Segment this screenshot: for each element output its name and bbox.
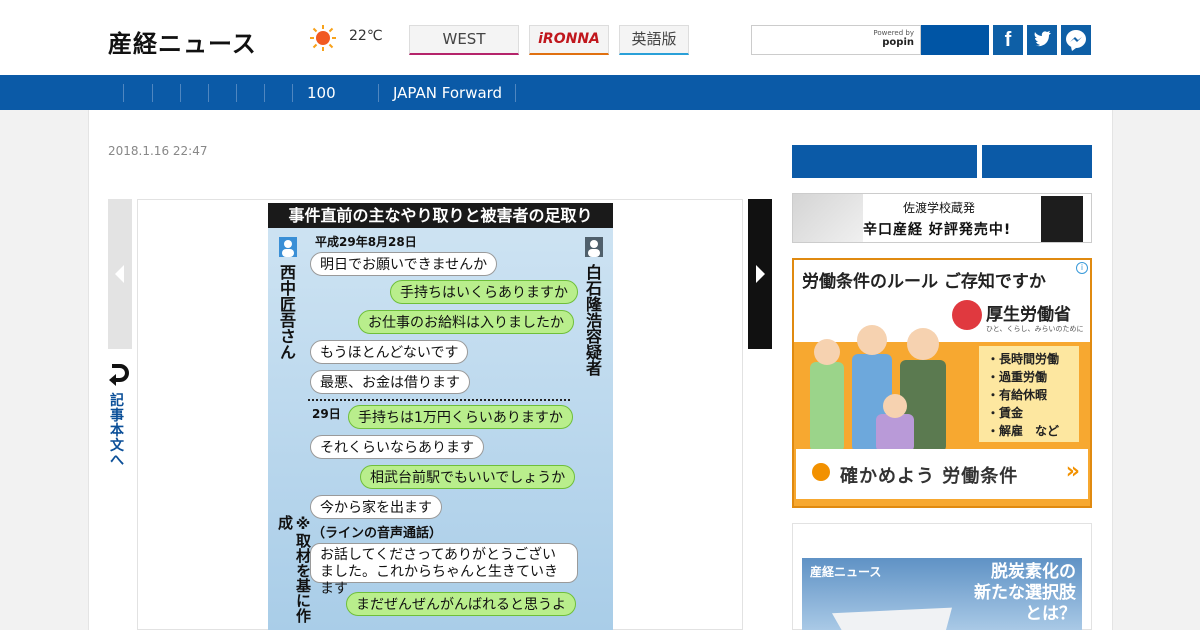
nav-separator xyxy=(123,84,124,102)
twitter-icon[interactable] xyxy=(1027,25,1057,55)
nav-item-100[interactable]: 100 xyxy=(307,84,336,102)
chevron-right-icon xyxy=(756,265,765,283)
sun-icon xyxy=(310,25,336,51)
figure-title: 事件直前の主なやり取りと被害者の足取り xyxy=(268,203,613,228)
chat-bubble: まだぜんぜんがんばれると思うよ xyxy=(346,592,576,616)
ship-image xyxy=(832,607,952,630)
cta-text: 確かめよう 労働条件 xyxy=(840,466,1019,487)
powered-by-label: Powered by xyxy=(873,29,914,37)
english-link[interactable]: 英語版 xyxy=(619,25,689,55)
nav-separator xyxy=(152,84,153,102)
chat-bubble: 手持ちは1万円くらいありますか xyxy=(348,405,573,429)
left-person-name: 西中匠吾さん xyxy=(277,264,296,360)
site-header: 産経ニュース 22℃ WEST iRONNA 英語版 Powered by po… xyxy=(0,0,1200,75)
chat-bubble: それくらいならあります xyxy=(310,435,484,459)
chevron-left-icon xyxy=(115,265,124,283)
labor-topic: ・過重労働 xyxy=(987,370,1048,384)
search-input[interactable]: Powered by popin xyxy=(751,25,921,55)
facebook-icon[interactable]: f xyxy=(993,25,1023,55)
chat-bubble: 今から家を出ます xyxy=(310,495,442,519)
voice-call-label: （ラインの音声通話） xyxy=(312,526,443,541)
return-arrow-icon[interactable] xyxy=(108,358,130,388)
sankei-news-logo[interactable]: 産経ニュース xyxy=(108,24,257,59)
messenger-icon[interactable] xyxy=(1061,25,1091,55)
chat-bubble: 最悪、お金は借ります xyxy=(310,370,470,394)
nav-separator xyxy=(264,84,265,102)
nav-separator xyxy=(378,84,379,102)
ad3-copy-line: 脱炭素化の xyxy=(991,562,1076,582)
article-date: 2018.1.16 22:47 xyxy=(108,144,208,158)
chat-bubble: もうほとんどないです xyxy=(310,340,469,364)
ad3-copy: 脱炭素化の 新たな選択肢 とは？ xyxy=(974,562,1076,625)
chat-bubble: 手持ちはいくらありますか xyxy=(390,280,578,304)
person-icon xyxy=(585,237,603,257)
right-person: 白石隆浩容疑者 xyxy=(583,237,604,376)
people-illustration xyxy=(810,325,946,452)
mhlw-logo: 厚生労働省 ひと、くらし、みらいのために xyxy=(952,298,1090,338)
left-person: 西中匠吾さん xyxy=(277,237,298,360)
chat-bubble: お話してくださってありがとうございました。これからちゃんと生きていきます xyxy=(310,543,578,597)
figure-note: ※取材を基に作成 xyxy=(276,515,312,623)
search-button[interactable] xyxy=(921,25,989,55)
page: 産経ニュース 22℃ WEST iRONNA 英語版 Powered by po… xyxy=(0,0,1200,630)
sake-ad-banner[interactable]: 佐渡学校蔵発 辛口産経 好評発売中! xyxy=(792,193,1092,243)
sake-bottle-image xyxy=(1041,196,1083,242)
popin-badge: Powered by popin xyxy=(873,29,914,48)
right-person-name: 白石隆浩容疑者 xyxy=(583,264,602,376)
mhlw-name: 厚生労働省 xyxy=(986,305,1071,325)
mhlw-tagline: ひと、くらし、みらいのために xyxy=(986,325,1084,333)
prev-photo-button[interactable] xyxy=(108,199,132,349)
decarbonization-ad[interactable]: 産経ニュース 脱炭素化の 新たな選択肢 とは？ xyxy=(802,558,1082,630)
west-link[interactable]: WEST xyxy=(409,25,519,55)
next-photo-button[interactable] xyxy=(748,199,772,349)
ad3-copy-line: 新たな選択肢 xyxy=(974,583,1076,603)
sidebar-tab-secondary[interactable] xyxy=(982,145,1092,178)
labor-topics-list: ・長時間労働 ・過重労働 ・有給休暇 ・賃金 ・解雇 など xyxy=(979,346,1079,442)
person-icon xyxy=(279,237,297,257)
chat-bubble: 相武台前駅でもいいでしょうか xyxy=(360,465,576,489)
cta-dot-icon xyxy=(812,463,830,481)
ironna-link[interactable]: iRONNA xyxy=(529,25,609,55)
temperature: 22℃ xyxy=(349,28,383,44)
figure-date: 平成29年8月28日 xyxy=(315,235,417,249)
nav-separator xyxy=(292,84,293,102)
ad3-copy-line: とは？ xyxy=(1025,604,1076,624)
ad2-cta[interactable]: 確かめよう 労働条件 » xyxy=(796,449,1088,499)
figure-date-2: 29日 xyxy=(312,407,341,421)
sake-cup-image xyxy=(793,194,863,242)
double-chevron-right-icon: » xyxy=(1065,459,1080,484)
chat-bubble: お仕事のお給料は入りましたか xyxy=(358,310,574,334)
nav-separator xyxy=(180,84,181,102)
nav-separator xyxy=(236,84,237,102)
nav-item-japan-forward[interactable]: JAPAN Forward xyxy=(393,84,502,102)
labor-topic: ・賃金 xyxy=(987,406,1024,420)
mhlw-ad-banner[interactable]: 労働条件のルール ご存知ですか 厚生労働省 ひと、くらし、みらいのために i ・… xyxy=(792,258,1092,508)
ad3-brand: 産経ニュース xyxy=(810,565,882,579)
back-to-article-link[interactable]: 記事本文へ xyxy=(110,394,128,469)
ad2-headline: 労働条件のルール ご存知ですか xyxy=(802,272,1046,292)
day-divider xyxy=(308,399,570,401)
nav-separator xyxy=(208,84,209,102)
ad-info-icon[interactable]: i xyxy=(1076,262,1088,274)
nav-separator xyxy=(515,84,516,102)
labor-topic: ・解雇 など xyxy=(987,424,1060,438)
sidebar-tab-primary[interactable] xyxy=(792,145,977,178)
ad1-line1: 佐渡学校蔵発 xyxy=(903,201,976,215)
popin-brand: popin xyxy=(882,37,914,48)
ad1-line2: 辛口産経 好評発売中! xyxy=(863,222,1012,238)
line-chat-figure: 事件直前の主なやり取りと被害者の足取り 平成29年8月28日 西中匠吾さん 白石… xyxy=(268,203,613,630)
main-nav: 100 JAPAN Forward xyxy=(0,75,1200,110)
labor-topic: ・長時間労働 xyxy=(987,352,1060,366)
chat-bubble: 明日でお願いできませんか xyxy=(310,252,498,276)
labor-topic: ・有給休暇 xyxy=(987,388,1048,402)
